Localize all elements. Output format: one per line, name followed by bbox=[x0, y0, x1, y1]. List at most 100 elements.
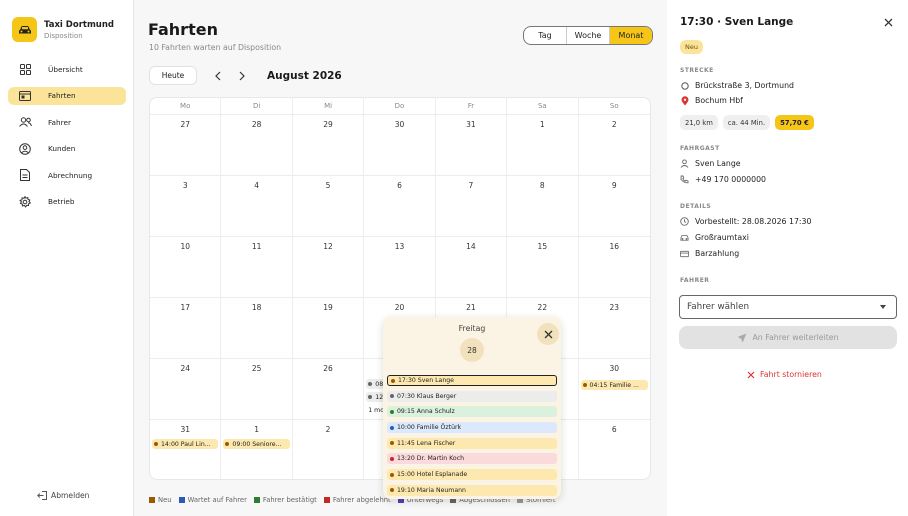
calendar-day-cell[interactable]: 29 bbox=[293, 115, 365, 175]
popover-day-number: 28 bbox=[460, 338, 484, 362]
cancel-ride-button[interactable]: Fahrt stornieren bbox=[747, 370, 822, 379]
calendar-day-cell[interactable]: 31 14:00 Paul Lin... bbox=[150, 420, 222, 479]
calendar-day-cell[interactable]: 2 bbox=[293, 420, 365, 479]
view-monat-button[interactable]: Monat bbox=[610, 27, 652, 44]
popover-event[interactable]: 15:00 Hotel Esplanade bbox=[387, 469, 557, 481]
calendar-day-cell[interactable]: 30 04:15 Familie ... bbox=[579, 359, 650, 419]
calendar-day-cell[interactable]: 17 bbox=[150, 298, 222, 358]
calendar-day-cell[interactable]: 23 bbox=[579, 298, 650, 358]
calendar-day-cell[interactable]: 31 bbox=[436, 115, 508, 175]
popover-event[interactable]: 19:10 Maria Neumann bbox=[387, 484, 557, 496]
calendar-toolbar: Heute August 2026 bbox=[149, 66, 342, 85]
cash-icon bbox=[680, 249, 689, 258]
calendar-day-cell[interactable]: 19 bbox=[293, 298, 365, 358]
close-icon bbox=[884, 18, 892, 26]
calendar-day-cell[interactable]: 25 bbox=[221, 359, 293, 419]
calendar-day-cell[interactable]: 7 bbox=[436, 176, 508, 236]
legend-item: Fahrer bestätigt bbox=[253, 496, 317, 504]
logout-button[interactable]: Abmelden bbox=[37, 491, 90, 500]
calendar-day-cell[interactable]: 6 bbox=[364, 176, 436, 236]
calendar-day-cell[interactable]: 18 bbox=[221, 298, 293, 358]
sidebar-item-label: Fahrten bbox=[48, 91, 76, 101]
legend-label: Wartet auf Fahrer bbox=[187, 496, 247, 504]
view-tag-button[interactable]: Tag bbox=[524, 27, 567, 44]
status-badge: Neu bbox=[680, 40, 703, 54]
calendar-day-cell[interactable]: 8 bbox=[507, 176, 579, 236]
popover-event[interactable]: 09:15 Anna Schulz bbox=[387, 406, 557, 418]
calendar-day-cell[interactable]: 13 bbox=[364, 237, 436, 297]
day-number: 31 bbox=[466, 120, 476, 129]
calendar-day-cell[interactable]: 4 bbox=[221, 176, 293, 236]
calendar-day-cell[interactable]: 10 bbox=[150, 237, 222, 297]
person-icon bbox=[680, 159, 689, 168]
phone-icon bbox=[680, 175, 689, 184]
popover-event[interactable]: 17:30 Sven Lange bbox=[387, 375, 557, 386]
taxi-logo-icon bbox=[12, 17, 37, 42]
forward-to-driver-button[interactable]: An Fahrer weiterleiten bbox=[679, 326, 897, 349]
calendar-event[interactable]: 04:15 Familie ... bbox=[580, 380, 648, 390]
detail-close-button[interactable] bbox=[880, 14, 896, 30]
event-label: 1 mo bbox=[368, 406, 384, 414]
payment-row: Barzahlung bbox=[680, 249, 739, 258]
status-dot bbox=[368, 382, 373, 386]
pickup-address: Brückstraße 3, Dortmund bbox=[695, 81, 794, 90]
status-dot bbox=[582, 383, 587, 387]
vehicle-row: Großraumtaxi bbox=[680, 233, 749, 242]
calendar-day-cell[interactable]: 14 bbox=[436, 237, 508, 297]
driver-select[interactable]: Fahrer wählen bbox=[679, 295, 897, 319]
calendar-day-cell[interactable]: 5 bbox=[293, 176, 365, 236]
chevron-left-icon bbox=[215, 71, 221, 80]
calendar-day-cell[interactable]: 1 bbox=[507, 115, 579, 175]
prev-month-button[interactable] bbox=[206, 66, 230, 85]
day-number: 4 bbox=[254, 181, 260, 190]
legend-label: Fahrer abgelehnt bbox=[332, 496, 391, 504]
day-number: 28 bbox=[251, 120, 262, 129]
view-woche-button[interactable]: Woche bbox=[567, 27, 610, 44]
calendar-day-cell[interactable]: 12 bbox=[293, 237, 365, 297]
calendar-day-cell[interactable]: 1 09:00 Seniore... bbox=[221, 420, 293, 479]
calendar-day-cell[interactable]: 28 bbox=[221, 115, 293, 175]
popover-event[interactable]: 07:30 Klaus Berger bbox=[387, 390, 557, 402]
popover-event[interactable]: 10:00 Familie Öztürk bbox=[387, 422, 557, 434]
sidebar-item-abrechnung[interactable]: Abrechnung bbox=[8, 166, 126, 184]
calendar-event[interactable]: 14:00 Paul Lin... bbox=[152, 439, 219, 449]
calendar-day-cell[interactable]: 30 bbox=[364, 115, 436, 175]
sidebar-item-kunden[interactable]: Kunden bbox=[8, 140, 126, 158]
day-number: 30 bbox=[394, 120, 405, 129]
day-number: 23 bbox=[609, 303, 620, 312]
route-chips: 21,0 km ca. 44 Min. 57,70 € bbox=[680, 115, 819, 130]
popover-event-label: 07:30 Klaus Berger bbox=[397, 392, 457, 400]
weekday-label: Di bbox=[221, 98, 293, 114]
sidebar-item-label: Abrechnung bbox=[48, 170, 93, 180]
day-number: 9 bbox=[611, 181, 617, 190]
calendar-day-cell[interactable]: 2 bbox=[579, 115, 650, 175]
popover-event[interactable]: 13:20 Dr. Martin Koch bbox=[387, 453, 557, 465]
calendar-event[interactable]: 09:00 Seniore... bbox=[223, 439, 290, 449]
calendar-day-cell[interactable]: 24 bbox=[150, 359, 222, 419]
calendar-day-cell[interactable]: 26 bbox=[293, 359, 365, 419]
calendar-day-cell[interactable]: 15 bbox=[507, 237, 579, 297]
calendar-day-cell[interactable]: 27 bbox=[150, 115, 222, 175]
calendar-week-row: 10 11 12 13 14 15 16 bbox=[150, 237, 650, 298]
sidebar-item-betrieb[interactable]: Betrieb bbox=[8, 193, 126, 211]
popover-event-label: 13:20 Dr. Martin Koch bbox=[397, 455, 465, 463]
calendar-day-cell[interactable]: 16 bbox=[579, 237, 650, 297]
sidebar-item-fahrten[interactable]: Fahrten bbox=[8, 86, 126, 105]
calendar-day-cell[interactable]: 9 bbox=[579, 176, 650, 236]
day-number: 13 bbox=[394, 242, 405, 251]
sidebar-item-fahrer[interactable]: Fahrer bbox=[8, 113, 126, 131]
today-button[interactable]: Heute bbox=[149, 66, 197, 85]
day-number: 21 bbox=[466, 303, 476, 312]
sidebar-item-uebersicht[interactable]: Übersicht bbox=[8, 60, 126, 78]
legend-item: Neu bbox=[149, 496, 172, 504]
pickup-row: Brückstraße 3, Dortmund bbox=[680, 81, 794, 90]
calendar-day-cell[interactable]: 6 bbox=[579, 420, 650, 479]
popover-event[interactable]: 11:45 Lena Fischer bbox=[387, 437, 557, 449]
calendar-day-cell[interactable]: 11 bbox=[221, 237, 293, 297]
next-month-button[interactable] bbox=[230, 66, 254, 85]
weekday-label: Fr bbox=[436, 98, 508, 114]
calendar-day-cell[interactable]: 3 bbox=[150, 176, 222, 236]
popover-close-button[interactable] bbox=[537, 323, 559, 345]
clock-icon bbox=[680, 217, 689, 226]
event-label: 08 bbox=[375, 380, 384, 388]
